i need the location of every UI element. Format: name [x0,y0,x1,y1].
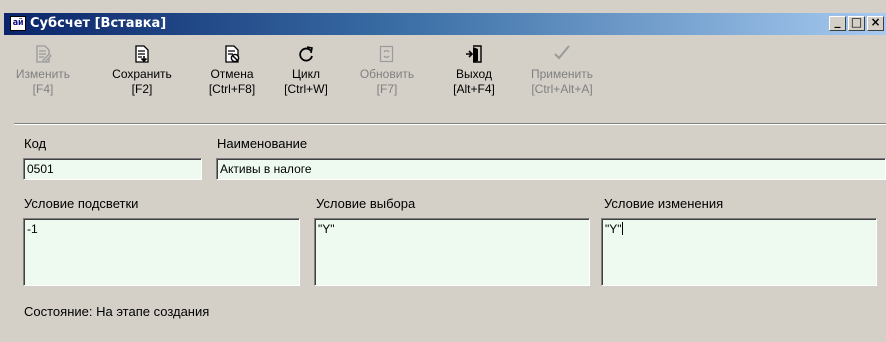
apply-shortcut: [Ctrl+Alt+A] [531,82,593,96]
edit-document-icon [14,37,72,67]
refresh-shortcut: [F7] [376,82,398,96]
code-field[interactable]: 0501 [23,158,202,180]
subaccount-window: ай Субсчет [Вставка] _ □ × Изменить [F4]… [0,0,886,342]
cancel-label: Отмена [210,67,254,81]
edit-label: Изменить [15,67,71,81]
maximize-button[interactable]: □ [848,15,865,31]
exit-button[interactable]: Выход [Alt+F4] [446,37,502,121]
close-button[interactable]: × [867,15,884,31]
apply-label: Применить [530,67,593,81]
window-title: Субсчет [Вставка] [30,16,167,31]
window-controls: _ □ × [829,14,884,31]
loop-button[interactable]: Цикл [Ctrl+W] [282,37,330,121]
loop-icon [282,37,330,67]
text-caret [621,222,623,235]
highlight-condition-label: Условие подсветки [24,196,139,211]
status-text: Состояние: На этапе создания [24,304,210,319]
change-condition-value: "Y" [605,222,622,236]
exit-label: Выход [456,67,492,81]
save-label: Сохранить [112,67,172,81]
edit-shortcut: [F4] [32,82,54,96]
name-label: Наименование [217,136,308,151]
select-condition-label: Условие выбора [316,196,416,211]
change-condition-field[interactable]: "Y" [601,218,877,286]
exit-shortcut: [Alt+F4] [453,82,495,96]
maximize-icon: □ [850,15,863,29]
loop-shortcut: [Ctrl+W] [284,82,328,96]
cancel-shortcut: [Ctrl+F8] [208,82,256,96]
loop-label: Цикл [292,67,320,81]
refresh-label: Обновить [359,67,415,81]
save-document-icon [111,37,173,67]
refresh-icon [359,37,415,67]
save-button[interactable]: Сохранить [F2] [111,37,173,121]
highlight-condition-field[interactable]: -1 [23,218,300,286]
toolbar-separator [14,123,886,125]
title-bar[interactable]: ай Субсчет [Вставка] _ □ × [4,13,886,35]
minimize-icon: _ [834,14,841,28]
checkmark-icon [518,37,606,67]
name-field[interactable]: Активы в налоге [216,158,886,180]
close-icon: × [870,15,881,29]
code-label: Код [24,136,47,151]
minimize-button[interactable]: _ [829,14,846,31]
exit-door-icon [446,37,502,67]
edit-button[interactable]: Изменить [F4] [14,37,72,121]
cancel-document-icon [204,37,260,67]
apply-button[interactable]: Применить [Ctrl+Alt+A] [518,37,606,121]
refresh-button[interactable]: Обновить [F7] [359,37,415,121]
save-shortcut: [F2] [131,82,153,96]
select-condition-field[interactable]: "Y" [314,218,590,286]
change-condition-label: Условие изменения [604,196,724,211]
cancel-button[interactable]: Отмена [Ctrl+F8] [204,37,260,121]
app-icon[interactable]: ай [10,16,26,31]
